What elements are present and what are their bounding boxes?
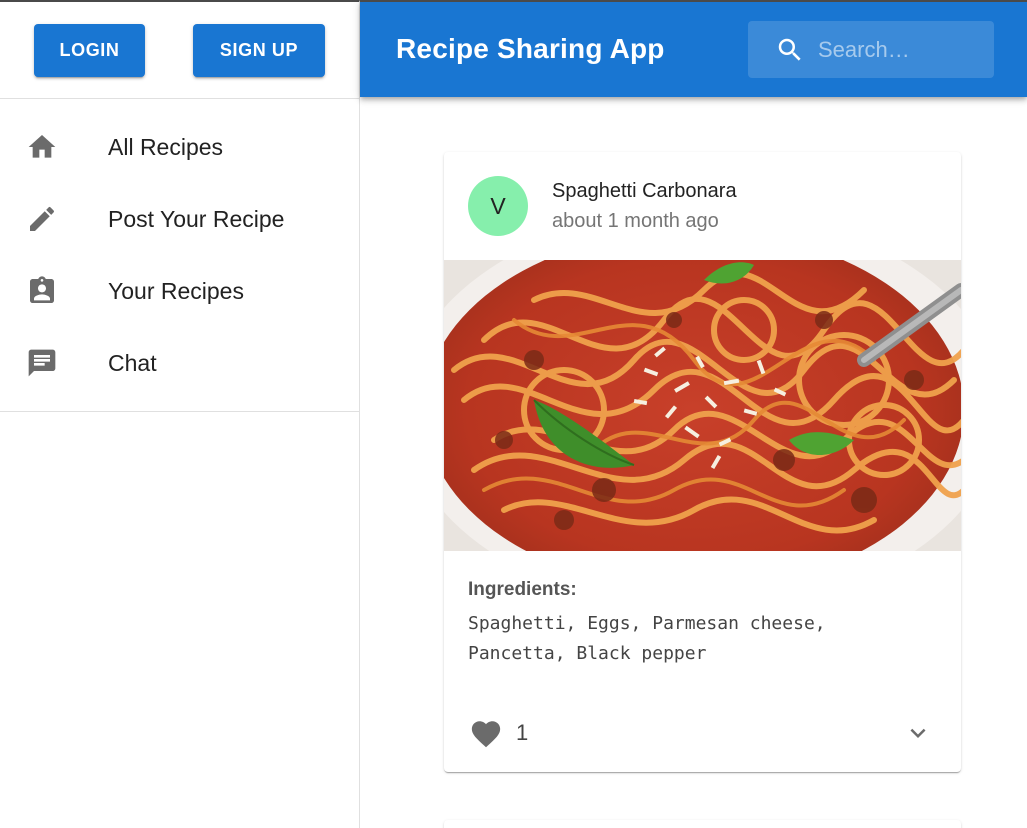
login-button[interactable]: LOGIN	[34, 23, 145, 77]
search-box[interactable]	[748, 21, 994, 78]
app-root: LOGIN SIGN UP All Recipes Post Your Reci…	[0, 0, 1027, 828]
sidebar-item-post-your-recipe[interactable]: Post Your Recipe	[0, 183, 359, 255]
next-recipe-card	[444, 820, 961, 828]
card-content: Ingredients: Spaghetti, Eggs, Parmesan c…	[444, 551, 961, 669]
chat-icon	[26, 347, 58, 379]
app-bar: Recipe Sharing App	[360, 0, 1027, 97]
ingredients-label: Ingredients:	[468, 579, 577, 600]
recipe-card: V Spaghetti Carbonara about 1 month ago	[444, 152, 961, 772]
ingredients-text: Spaghetti, Eggs, Parmesan cheese, Pancet…	[468, 613, 826, 664]
sidebar-item-label: Your Recipes	[108, 277, 244, 304]
sidebar-item-chat[interactable]: Chat	[0, 327, 359, 399]
sidebar-item-label: Post Your Recipe	[108, 205, 285, 232]
sidebar-item-label: Chat	[108, 349, 157, 376]
search-input[interactable]	[818, 29, 988, 70]
page-title: Recipe Sharing App	[396, 33, 665, 64]
card-header: V Spaghetti Carbonara about 1 month ago	[444, 152, 961, 260]
search-icon	[775, 35, 805, 65]
signup-button[interactable]: SIGN UP	[193, 23, 325, 77]
heart-icon	[471, 721, 501, 748]
auth-buttons: LOGIN SIGN UP	[0, 2, 359, 99]
avatar: V	[468, 176, 528, 236]
expand-button[interactable]	[900, 715, 936, 751]
card-actions: 1	[444, 708, 961, 756]
sidebar: LOGIN SIGN UP All Recipes Post Your Reci…	[0, 0, 360, 828]
clipboard-user-icon	[26, 275, 58, 307]
chevron-down-icon	[910, 728, 926, 738]
like-count: 1	[516, 720, 529, 745]
recipe-title: Spaghetti Carbonara	[552, 180, 737, 202]
home-icon	[26, 131, 58, 163]
like-button[interactable]	[466, 714, 506, 754]
sidebar-item-all-recipes[interactable]: All Recipes	[0, 111, 359, 183]
sidebar-nav: All Recipes Post Your Recipe Your Recipe…	[0, 99, 359, 412]
sidebar-item-label: All Recipes	[108, 133, 224, 160]
sidebar-item-your-recipes[interactable]: Your Recipes	[0, 255, 359, 327]
pencil-icon	[26, 203, 58, 235]
recipe-date: about 1 month ago	[552, 210, 719, 232]
recipe-image	[444, 260, 961, 551]
